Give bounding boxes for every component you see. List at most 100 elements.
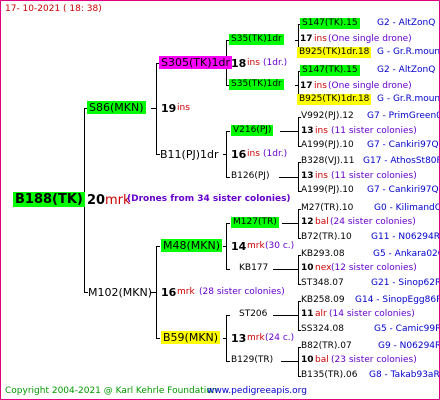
drone-b925-b[interactable]: B925(TK)1dr.18 — [297, 94, 372, 105]
queen-m27[interactable]: M27(TR).10 — [301, 204, 353, 213]
connector — [226, 223, 227, 270]
connector — [226, 315, 227, 362]
connector — [280, 131, 299, 132]
b129-number: 10 — [301, 355, 314, 365]
s86-number: 19 — [161, 102, 177, 115]
queen-kb293[interactable]: KB293.08 — [301, 250, 345, 259]
drone-b72[interactable]: B72(TR).10 — [301, 233, 352, 242]
connector — [298, 301, 299, 331]
s35b-note: (One single drone) — [328, 81, 412, 91]
site-link[interactable]: www.pedigreeapis.org — [207, 387, 307, 396]
b11-number: 16 — [231, 148, 247, 161]
node-b59[interactable]: B59(MKN) — [161, 331, 221, 344]
m127-number: 12 — [301, 217, 314, 227]
queen-s147-a[interactable]: S147(TK).15 — [300, 18, 360, 29]
connector — [226, 223, 230, 224]
drone-note: G21 - Sinop62R — [371, 278, 440, 288]
drone-st348[interactable]: ST348.07 — [301, 279, 344, 288]
connector — [226, 269, 230, 270]
s35a-note: (One single drone) — [328, 34, 412, 44]
b129-note: (23 sister colonies) — [331, 355, 417, 365]
v216-note: (11 sister colonies) — [331, 126, 417, 136]
m127-note: (24 sister colonies) — [330, 217, 416, 227]
drone-note: G - Gr.R.mounta — [377, 47, 440, 57]
connector — [226, 315, 230, 316]
queen-v992[interactable]: V992(PJ).12 — [301, 112, 354, 121]
drone-b135[interactable]: B135(TR).06 — [301, 371, 357, 380]
drone-a199[interactable]: A199(PJ).10 — [301, 141, 354, 150]
connector — [226, 177, 230, 178]
m102-label: mrk — [177, 287, 195, 297]
drone-a199[interactable]: A199(PJ).10 — [301, 186, 354, 195]
node-s35-a[interactable]: S35(TK)1dr — [229, 34, 284, 45]
drone-note: G5 - Camic99R — [374, 324, 440, 334]
queen-note: G5 - Ankara02Q — [373, 249, 440, 259]
node-st206[interactable]: ST206 — [239, 310, 267, 319]
drone-note: G11 - N06294R — [371, 232, 440, 242]
node-m48[interactable]: M48(MKN) — [161, 239, 223, 252]
kb177-note: (12 sister colonies) — [331, 263, 417, 273]
drone-note: G7 - Cankiri97Q — [367, 185, 439, 195]
connector — [273, 269, 299, 270]
connector — [298, 162, 299, 192]
pedigree-page: 17- 10-2021 ( 18: 38) B188(TK) 20 mrk (D… — [0, 0, 440, 400]
st206-label: alr — [315, 309, 327, 319]
kb177-label: nex — [315, 263, 332, 273]
copyright-text: Copyright 2004-2021 @ Karl Kehrle Founda… — [5, 386, 218, 396]
queen-b328[interactable]: B328(VJ).11 — [301, 157, 355, 166]
root-number: 20 — [87, 193, 106, 208]
root-note: (Drones from 34 sister colonies) — [127, 194, 291, 204]
b11-note: (1dr.) — [263, 149, 288, 159]
s35b-number: 17 — [300, 81, 313, 91]
node-b11[interactable]: B11(PJ)1dr — [160, 149, 219, 160]
connector — [279, 177, 299, 178]
drone-note: G8 - Takab93aR — [369, 370, 440, 380]
node-m102[interactable]: M102(MKN) — [88, 287, 152, 298]
s35a-number: 17 — [300, 34, 313, 44]
queen-note: G14 - SinopEgg86R — [355, 295, 440, 305]
node-b126[interactable]: B126(PJ) — [231, 172, 269, 181]
connector — [226, 131, 230, 132]
node-b129[interactable]: B129(TR) — [231, 356, 273, 365]
connector — [281, 361, 299, 362]
node-kb177[interactable]: KB177 — [239, 264, 268, 273]
s305-note: (1dr.) — [263, 58, 288, 68]
s305-label: ins — [247, 58, 260, 68]
queen-s147-b[interactable]: S147(TK).15 — [300, 65, 360, 76]
connector — [298, 117, 299, 147]
b11-label: ins — [247, 149, 260, 159]
connector — [273, 315, 299, 316]
queen-kb258[interactable]: KB258.09 — [301, 296, 345, 305]
s86-label: ins — [177, 103, 190, 113]
connector — [226, 131, 227, 178]
node-s305[interactable]: S305(TK)1dr — [159, 56, 232, 69]
v216-number: 13 — [301, 126, 314, 136]
m102-number: 16 — [161, 286, 177, 299]
queen-b82[interactable]: B82(TR).07 — [301, 342, 352, 351]
connector — [156, 246, 157, 339]
b59-number: 13 — [231, 332, 247, 345]
root-node[interactable]: B188(TK) — [13, 192, 85, 207]
drone-ss324[interactable]: SS324.08 — [301, 325, 344, 334]
m48-label: mrk — [247, 241, 265, 251]
s35a-label: ins — [314, 34, 327, 44]
queen-note: G7 - PrimGreen00 — [367, 111, 440, 121]
drone-note: G7 - Cankiri97Q — [367, 140, 439, 150]
node-s86[interactable]: S86(MKN) — [87, 101, 146, 114]
queen-note: G17 - AthosSt80R — [363, 156, 440, 166]
queen-note: G9 - N06294R — [378, 341, 440, 351]
drone-b925-a[interactable]: B925(TK)1dr.18 — [297, 47, 372, 58]
node-s35-b[interactable]: S35(TK)1dr — [229, 79, 284, 90]
b59-label: mrk — [247, 333, 265, 343]
queen-note: G2 - AltZonQ — [377, 65, 436, 75]
st206-note: (14 sister colonies) — [329, 309, 415, 319]
v216-label: ins — [315, 126, 328, 136]
connector — [298, 347, 299, 377]
node-v216[interactable]: V216(PJ) — [231, 125, 274, 136]
connector — [282, 223, 299, 224]
m48-number: 14 — [231, 240, 247, 253]
node-m127[interactable]: M127(TR) — [231, 217, 279, 228]
connector — [156, 338, 160, 339]
s35b-label: ins — [314, 81, 327, 91]
connector — [156, 246, 160, 247]
